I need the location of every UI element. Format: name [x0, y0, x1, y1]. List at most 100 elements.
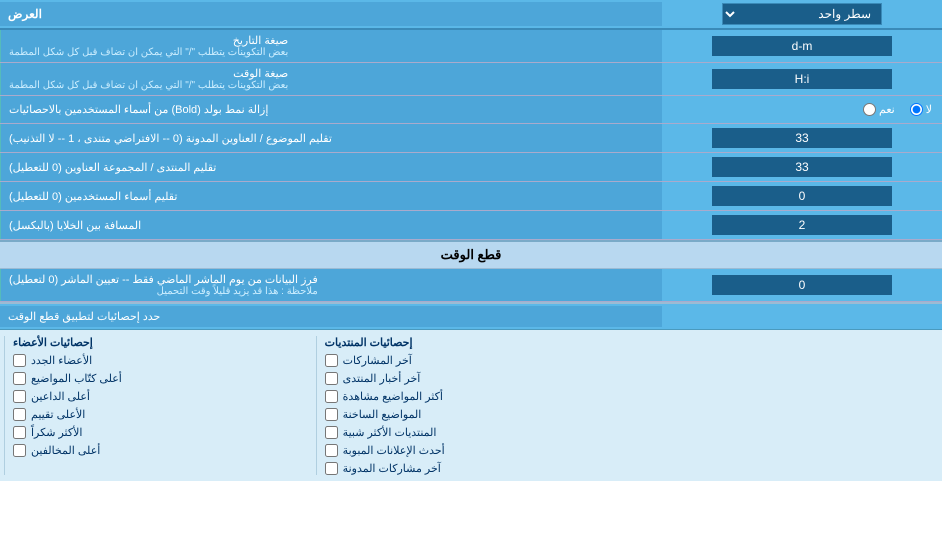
subject-address-input[interactable]: [712, 128, 892, 148]
check-last-news[interactable]: [325, 372, 338, 385]
row-date-format: صيغة التاريخ بعض التكوينات يتطلب "/" الت…: [0, 30, 942, 63]
checkbox-last-news[interactable]: آخر أخبار المنتدى: [325, 372, 620, 385]
row-subject-address: تقليم الموضوع / العناوين المدونة (0 -- ا…: [0, 124, 942, 153]
section-time-cut-title: قطع الوقت: [441, 247, 502, 262]
header-label-text: العرض: [8, 7, 42, 21]
usernames-trim-input[interactable]: [712, 186, 892, 206]
row-usernames-trim: تقليم أسماء المستخدمين (0 للتعطيل): [0, 182, 942, 211]
header-control: سطر واحد سطرين ثلاثة أسطر: [662, 0, 942, 28]
time-format-input[interactable]: [712, 69, 892, 89]
col-members-title-text: إحصائيات الأعضاء: [13, 336, 93, 349]
label-top-inviters: أعلى الداعين: [31, 390, 90, 403]
radio-option-no[interactable]: لا: [910, 103, 932, 116]
cell-spacing-input[interactable]: [712, 215, 892, 235]
label-time-format-main: صيغة الوقت: [9, 67, 288, 80]
checkbox-top-writers[interactable]: أعلى كتّاب المواضيع: [13, 372, 308, 385]
check-highest-rating[interactable]: [13, 408, 26, 421]
label-new-members: الأعضاء الجدد: [31, 354, 92, 367]
label-most-similar-forums: المنتديات الأكثر شبية: [343, 426, 437, 439]
header-label: العرض: [0, 2, 662, 26]
checkbox-most-viewed[interactable]: أكثر المواضيع مشاهدة: [325, 390, 620, 403]
label-subject-address-text: تقليم الموضوع / العناوين المدونة (0 -- ا…: [9, 132, 332, 145]
radio-option-yes[interactable]: نعم: [863, 103, 895, 116]
checkbox-latest-classifieds[interactable]: أحدث الإعلانات المبوبة: [325, 444, 620, 457]
date-format-input[interactable]: [712, 36, 892, 56]
bottom-checkboxes-area: إحصائيات الأعضاء الأعضاء الجدد أعلى كتّا…: [0, 330, 942, 481]
display-select[interactable]: سطر واحد سطرين ثلاثة أسطر: [722, 3, 882, 25]
time-cut-input[interactable]: [712, 275, 892, 295]
bottom-header-label-text: حدد إحصائيات لتطبيق قطع الوقت: [8, 310, 160, 323]
label-time-cut-main: فرز البيانات من يوم الماشر الماضي فقط --…: [9, 273, 318, 286]
label-last-posts: آخر المشاركات: [343, 354, 412, 367]
label-usernames-trim-text: تقليم أسماء المستخدمين (0 للتعطيل): [9, 190, 177, 203]
checkbox-last-posts[interactable]: آخر المشاركات: [325, 354, 620, 367]
radio-no-label: لا: [926, 103, 932, 116]
header-row: العرض سطر واحد سطرين ثلاثة أسطر: [0, 0, 942, 30]
col-members-title: إحصائيات الأعضاء: [13, 336, 308, 349]
bottom-header-label: حدد إحصائيات لتطبيق قطع الوقت: [0, 306, 662, 327]
check-latest-classifieds[interactable]: [325, 444, 338, 457]
radio-yes-input[interactable]: [863, 103, 876, 116]
checkbox-column-members: إحصائيات الأعضاء الأعضاء الجدد أعلى كتّا…: [4, 336, 316, 475]
label-time-format: صيغة الوقت بعض التكوينات يتطلب "/" التي …: [0, 63, 662, 95]
input-cell-time-cut: [662, 269, 942, 301]
radio-cell-bold: نعم لا: [662, 96, 942, 123]
label-hot-topics: المواضيع الساخنة: [343, 408, 422, 421]
label-date-format-sub: بعض التكوينات يتطلب "/" التي يمكن ان تضا…: [9, 47, 288, 58]
input-cell-time-format: [662, 63, 942, 95]
check-hot-topics[interactable]: [325, 408, 338, 421]
row-time-cut: فرز البيانات من يوم الماشر الماضي فقط --…: [0, 269, 942, 302]
radio-yes-label: نعم: [879, 103, 895, 116]
check-most-thanks[interactable]: [13, 426, 26, 439]
bottom-section: حدد إحصائيات لتطبيق قطع الوقت إحصائيات ا…: [0, 302, 942, 481]
input-cell-subject: [662, 124, 942, 152]
forum-address-input[interactable]: [712, 157, 892, 177]
checkbox-top-violators[interactable]: أعلى المخالفين: [13, 444, 308, 457]
checkbox-most-thanks[interactable]: الأكثر شكراً: [13, 426, 308, 439]
label-top-writers: أعلى كتّاب المواضيع: [31, 372, 122, 385]
label-forum-address: تقليم المنتدى / المجموعة العناوين (0 للت…: [0, 153, 662, 181]
label-top-violators: أعلى المخالفين: [31, 444, 100, 457]
label-usernames-trim: تقليم أسماء المستخدمين (0 للتعطيل): [0, 182, 662, 210]
section-time-cut-header: قطع الوقت: [0, 240, 942, 269]
label-time-format-sub: بعض التكوينات يتطلب "/" التي يمكن ان تضا…: [9, 80, 288, 91]
check-new-members[interactable]: [13, 354, 26, 367]
row-bold-remove: إزالة نمط بولد (Bold) من أسماء المستخدمي…: [0, 96, 942, 124]
check-top-writers[interactable]: [13, 372, 26, 385]
label-cell-spacing-text: المسافة بين الخلايا (بالبكسل): [9, 219, 141, 232]
bottom-header-row: حدد إحصائيات لتطبيق قطع الوقت: [0, 304, 942, 330]
checkbox-top-inviters[interactable]: أعلى الداعين: [13, 390, 308, 403]
input-cell-date-format: [662, 30, 942, 62]
label-subject-address: تقليم الموضوع / العناوين المدونة (0 -- ا…: [0, 124, 662, 152]
main-container: العرض سطر واحد سطرين ثلاثة أسطر صيغة الت…: [0, 0, 942, 481]
check-most-viewed[interactable]: [325, 390, 338, 403]
checkbox-highest-rating[interactable]: الأعلى تقييم: [13, 408, 308, 421]
checkbox-column-forums: إحصائيات المنتديات آخر المشاركات آخر أخب…: [316, 336, 628, 475]
checkbox-last-blog-posts[interactable]: آخر مشاركات المدونة: [325, 462, 620, 475]
row-forum-address: تقليم المنتدى / المجموعة العناوين (0 للت…: [0, 153, 942, 182]
label-last-news: آخر أخبار المنتدى: [343, 372, 421, 385]
input-cell-forum: [662, 153, 942, 181]
checkbox-column-empty: [627, 336, 938, 475]
check-top-inviters[interactable]: [13, 390, 26, 403]
check-last-posts[interactable]: [325, 354, 338, 367]
checkbox-hot-topics[interactable]: المواضيع الساخنة: [325, 408, 620, 421]
label-time-cut: فرز البيانات من يوم الماشر الماضي فقط --…: [0, 269, 662, 301]
label-most-viewed: أكثر المواضيع مشاهدة: [343, 390, 443, 403]
checkbox-new-members[interactable]: الأعضاء الجدد: [13, 354, 308, 367]
check-most-similar-forums[interactable]: [325, 426, 338, 439]
check-last-blog-posts[interactable]: [325, 462, 338, 475]
check-top-violators[interactable]: [13, 444, 26, 457]
row-time-format: صيغة الوقت بعض التكوينات يتطلب "/" التي …: [0, 63, 942, 96]
label-forum-address-text: تقليم المنتدى / المجموعة العناوين (0 للت…: [9, 161, 216, 174]
col-forums-title-text: إحصائيات المنتديات: [325, 336, 413, 349]
label-most-thanks: الأكثر شكراً: [31, 426, 82, 439]
row-cell-spacing: المسافة بين الخلايا (بالبكسل): [0, 211, 942, 240]
radio-no-input[interactable]: [910, 103, 923, 116]
label-latest-classifieds: أحدث الإعلانات المبوبة: [343, 444, 445, 457]
col-forums-title: إحصائيات المنتديات: [325, 336, 620, 349]
label-bold-remove: إزالة نمط بولد (Bold) من أسماء المستخدمي…: [0, 96, 662, 123]
input-cell-spacing: [662, 211, 942, 239]
input-cell-usernames: [662, 182, 942, 210]
checkbox-most-similar-forums[interactable]: المنتديات الأكثر شبية: [325, 426, 620, 439]
